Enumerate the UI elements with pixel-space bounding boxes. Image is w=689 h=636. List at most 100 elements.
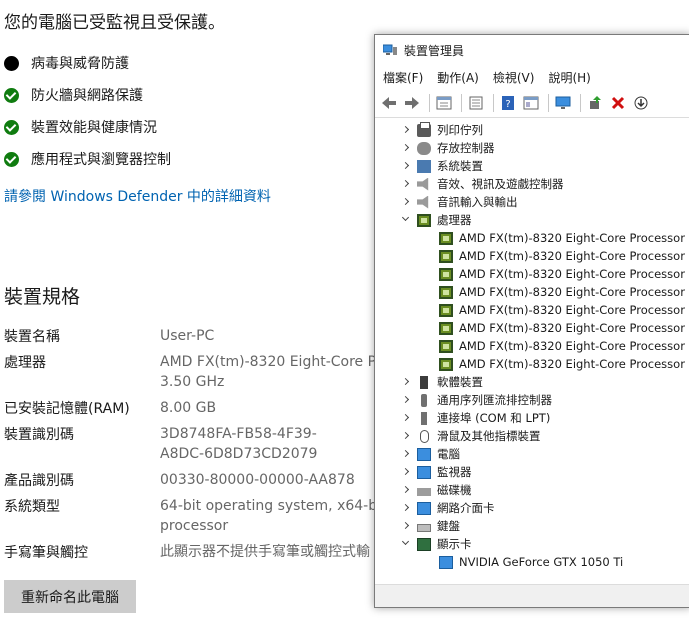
device-manager-titlebar[interactable]: 裝置管理員 (375, 35, 689, 65)
tree-category-network[interactable]: 網路介面卡 (401, 499, 495, 517)
processor-icon (439, 231, 453, 245)
tree-category-computer[interactable]: 電腦 (401, 445, 460, 463)
tree-category-software[interactable]: 軟體裝置 (401, 373, 483, 391)
tree-label: AMD FX(tm)-8320 Eight-Core Processor (459, 321, 685, 335)
chevron-right-icon[interactable] (401, 179, 411, 189)
tree-category-system[interactable]: 系統裝置 (401, 157, 483, 175)
menu-view[interactable]: 檢視(V) (493, 69, 535, 86)
spec-label-product-id: 產品識別碼 (4, 473, 74, 489)
tree-label: AMD FX(tm)-8320 Eight-Core Processor (459, 249, 685, 263)
update-driver-icon[interactable] (585, 93, 605, 113)
chevron-right-icon[interactable] (401, 197, 411, 207)
tree-item-cpu[interactable]: AMD FX(tm)-8320 Eight-Core Processor (439, 337, 685, 355)
tree-label: AMD FX(tm)-8320 Eight-Core Processor (459, 303, 685, 317)
tree-category-keyboards[interactable]: 鍵盤 (401, 517, 460, 535)
tree-category-monitors[interactable]: 監視器 (401, 463, 472, 481)
tree-label: 滑鼠及其他指標裝置 (437, 429, 541, 443)
defender-details-link[interactable]: 請參閱 Windows Defender 中的詳細資料 (4, 186, 271, 206)
chevron-right-icon[interactable] (401, 521, 411, 531)
status-label: 裝置效能與健康情況 (31, 120, 157, 136)
status-virus-protection[interactable]: 病毒與威脅防護 (4, 52, 129, 74)
tree-label: AMD FX(tm)-8320 Eight-Core Processor (459, 357, 685, 371)
processor-icon (439, 321, 453, 335)
tree-category-usb[interactable]: 通用序列匯流排控制器 (401, 391, 552, 409)
chevron-down-icon[interactable] (401, 539, 411, 549)
tree-item-cpu[interactable]: AMD FX(tm)-8320 Eight-Core Processor (439, 319, 685, 337)
chevron-right-icon[interactable] (401, 485, 411, 495)
forward-arrow-icon[interactable] (402, 93, 422, 113)
chevron-right-icon[interactable] (401, 161, 411, 171)
spec-label-pen-touch: 手寫筆與觸控 (4, 545, 88, 561)
download-icon[interactable] (631, 93, 651, 113)
tree-category-mice[interactable]: 滑鼠及其他指標裝置 (401, 427, 541, 445)
tree-item-cpu[interactable]: AMD FX(tm)-8320 Eight-Core Processor (439, 265, 685, 283)
tree-category-audio-io[interactable]: 音訊輸入與輸出 (401, 193, 518, 211)
tree-item-cpu[interactable]: AMD FX(tm)-8320 Eight-Core Processor (439, 355, 685, 373)
rename-pc-button[interactable]: 重新命名此電腦 (4, 580, 136, 613)
chevron-right-icon[interactable] (401, 467, 411, 477)
tree-item-cpu[interactable]: AMD FX(tm)-8320 Eight-Core Processor (439, 283, 685, 301)
back-arrow-icon[interactable] (379, 93, 399, 113)
tree-category-printers[interactable]: 列印佇列 (401, 121, 483, 139)
console-icon[interactable] (521, 93, 541, 113)
processor-icon (439, 303, 453, 317)
monitor-scan-icon[interactable] (553, 93, 573, 113)
properties-icon[interactable] (434, 93, 454, 113)
tree-category-processors[interactable]: 處理器 (401, 211, 472, 229)
tree-category-ports[interactable]: 連接埠 (COM 和 LPT) (401, 409, 550, 427)
chevron-right-icon[interactable] (401, 143, 411, 153)
uninstall-icon[interactable] (608, 93, 628, 113)
chevron-right-icon[interactable] (401, 413, 411, 423)
toolbar-separator (580, 94, 581, 112)
status-device-health[interactable]: 裝置效能與健康情況 (4, 116, 157, 138)
tree-label: 列印佇列 (437, 123, 483, 137)
tree-label: 電腦 (437, 447, 460, 461)
tree-label: AMD FX(tm)-8320 Eight-Core Processor (459, 267, 685, 281)
chevron-right-icon[interactable] (401, 125, 411, 135)
spec-value-device-id-line2: A8DC-6D8D73CD2079 (160, 446, 318, 462)
tree-item-cpu[interactable]: AMD FX(tm)-8320 Eight-Core Processor (439, 247, 685, 265)
tree-item-cpu[interactable]: AMD FX(tm)-8320 Eight-Core Processor (439, 229, 685, 247)
processor-icon (417, 213, 431, 227)
keyboard-icon (417, 523, 431, 532)
toolbar-separator (493, 94, 494, 112)
device-tree[interactable]: 列印佇列 存放控制器 系統裝置 音效、視訊及遊戲控制器 音訊輸入與輸出 處理器 (375, 118, 689, 583)
tree-label: AMD FX(tm)-8320 Eight-Core Processor (459, 339, 685, 353)
chevron-right-icon[interactable] (401, 395, 411, 405)
status-label: 應用程式與瀏覽器控制 (31, 152, 171, 168)
disk-drive-icon (417, 487, 431, 496)
tree-category-storage[interactable]: 存放控制器 (401, 139, 495, 157)
chevron-right-icon[interactable] (401, 377, 411, 387)
tree-category-sound[interactable]: 音效、視訊及遊戲控制器 (401, 175, 564, 193)
spec-value-processor-line2: 3.50 GHz (160, 374, 225, 390)
tree-label: AMD FX(tm)-8320 Eight-Core Processor (459, 231, 685, 245)
tree-label: 監視器 (437, 465, 472, 479)
spec-value-device-name: User-PC (160, 328, 215, 344)
spec-label-device-id: 裝置識別碼 (4, 427, 74, 443)
storage-controller-icon (417, 141, 431, 155)
chevron-right-icon[interactable] (401, 431, 411, 441)
chevron-down-icon[interactable] (401, 215, 411, 225)
menu-file[interactable]: 檔案(F) (383, 69, 423, 86)
chevron-right-icon[interactable] (401, 503, 411, 513)
tree-category-disks[interactable]: 磁碟機 (401, 481, 472, 499)
tree-category-display[interactable]: 顯示卡 (401, 535, 472, 553)
device-manager-toolbar: ? (375, 89, 689, 118)
help-icon[interactable]: ? (498, 93, 518, 113)
tree-label: 磁碟機 (437, 483, 472, 497)
system-device-icon (417, 159, 431, 173)
menu-help[interactable]: 說明(H) (548, 69, 590, 86)
status-firewall[interactable]: 防火牆與網路保護 (4, 84, 143, 106)
check-circle-icon (4, 119, 19, 135)
status-app-browser-control[interactable]: 應用程式與瀏覽器控制 (4, 148, 171, 170)
spec-label-ram: 已安裝記憶體(RAM) (4, 401, 130, 417)
warning-dot-icon (4, 55, 19, 71)
view-icon[interactable] (466, 93, 486, 113)
menu-action[interactable]: 動作(A) (437, 69, 479, 86)
spec-value-processor-line1: AMD FX(tm)-8320 Eight-Core Pro (160, 354, 390, 370)
tree-item-cpu[interactable]: AMD FX(tm)-8320 Eight-Core Processor (439, 301, 685, 319)
tree-label: AMD FX(tm)-8320 Eight-Core Processor (459, 285, 685, 299)
device-manager-window[interactable]: 裝置管理員 檔案(F) 動作(A) 檢視(V) 說明(H) ? 列印佇列 存放控… (374, 34, 689, 608)
chevron-right-icon[interactable] (401, 449, 411, 459)
tree-item-gpu[interactable]: NVIDIA GeForce GTX 1050 Ti (439, 553, 623, 571)
